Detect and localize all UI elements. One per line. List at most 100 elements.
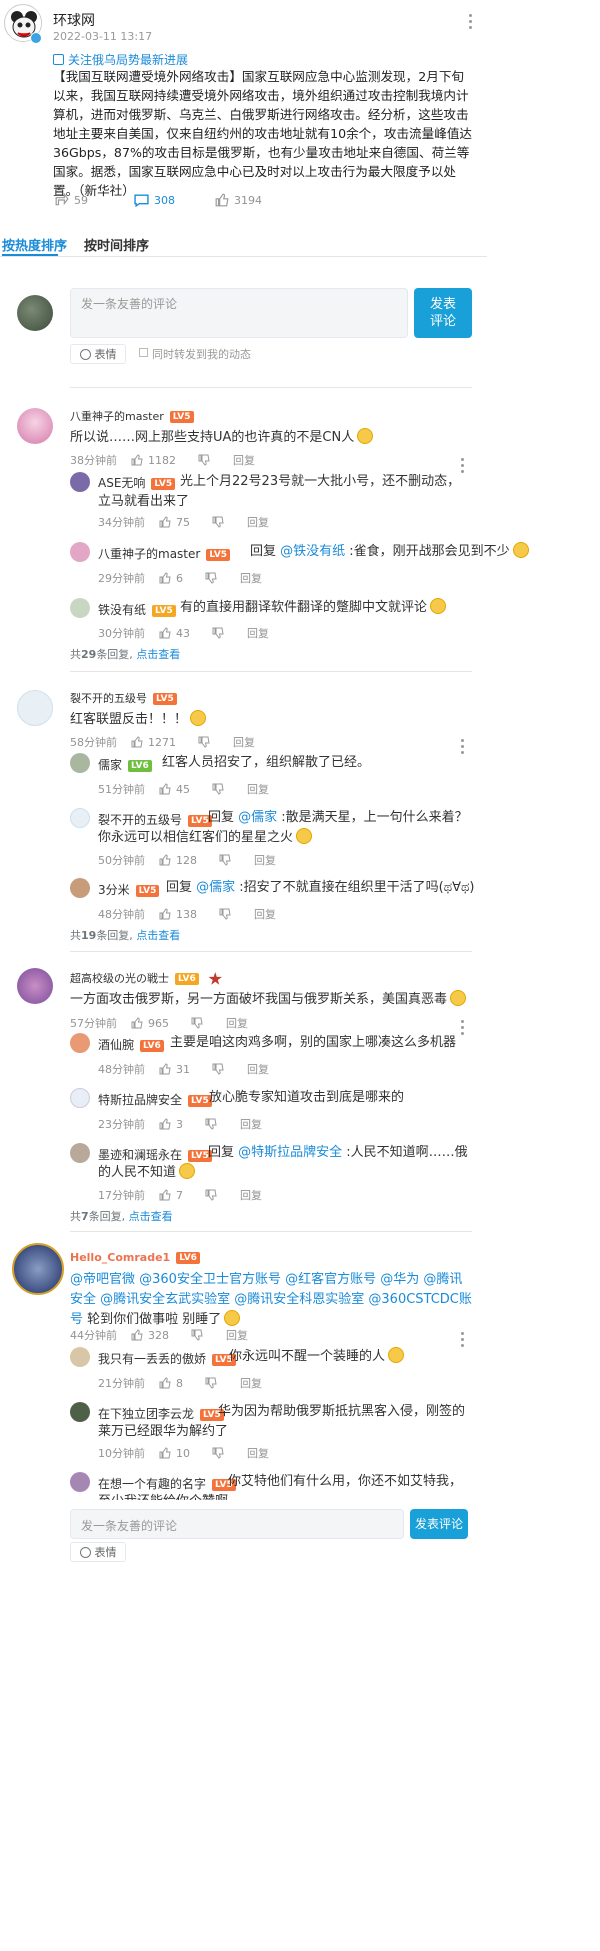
thumb-up-icon xyxy=(131,736,143,748)
comment-more-icon[interactable] xyxy=(461,1020,465,1038)
dislike-button[interactable] xyxy=(191,1017,208,1029)
emoji-icon xyxy=(430,598,447,614)
like-button[interactable]: 75 xyxy=(159,516,190,529)
reply-user[interactable]: 酒仙腕 LV6 xyxy=(98,1036,164,1053)
emoji-icon xyxy=(512,542,529,558)
comment-button[interactable]: 308 xyxy=(134,194,175,207)
reply-avatar[interactable] xyxy=(70,542,90,562)
view-more-link[interactable]: 点击查看 xyxy=(136,648,180,661)
like-button[interactable]: 965 xyxy=(131,1017,169,1030)
reply-button[interactable]: 回复 xyxy=(226,1327,248,1343)
reply-avatar[interactable] xyxy=(70,878,90,898)
tab-hot[interactable]: 按热度排序 xyxy=(2,235,67,254)
reply-avatar[interactable] xyxy=(70,598,90,618)
reply-avatar[interactable] xyxy=(70,1472,90,1492)
reply-button[interactable]: 回复 xyxy=(240,1116,262,1132)
dislike-button[interactable] xyxy=(205,1118,222,1130)
reply-avatar[interactable] xyxy=(70,1088,90,1108)
like-button[interactable]: 128 xyxy=(159,854,197,867)
reply-avatar[interactable] xyxy=(70,1033,90,1053)
comment-avatar[interactable] xyxy=(17,690,53,726)
reply-user[interactable]: 我只有一丢丢的傲娇 LV5 xyxy=(98,1350,236,1367)
reply-button[interactable]: 回复 xyxy=(247,625,269,641)
dislike-button[interactable] xyxy=(212,627,229,639)
emoji-button[interactable]: 表情 xyxy=(70,344,126,364)
comment-more-icon[interactable] xyxy=(461,739,465,757)
reply-user[interactable]: 3分米 LV5 xyxy=(98,881,160,898)
like-button[interactable]: 10 xyxy=(159,1447,190,1460)
reply-user[interactable]: 儒家 LV6 xyxy=(98,756,152,773)
submit-comment-button[interactable]: 发表 评论 xyxy=(414,288,472,338)
bottom-emoji-button[interactable]: 表情 xyxy=(70,1542,126,1562)
dislike-button[interactable] xyxy=(212,516,229,528)
like-button[interactable]: 45 xyxy=(159,783,190,796)
like-button[interactable]: 328 xyxy=(131,1329,169,1342)
like-button[interactable]: 3 xyxy=(159,1118,183,1131)
comment-avatar[interactable] xyxy=(17,968,53,1004)
forward-button[interactable]: 59 xyxy=(55,193,88,207)
comment-user[interactable]: Hello_Comrade1 LV6 xyxy=(70,1251,200,1264)
comment-avatar[interactable] xyxy=(17,408,53,444)
comment-text: @帝吧官微 @360安全卫士官方账号 @红客官方账号 @华为 @腾讯安全 @腾讯… xyxy=(70,1272,472,1327)
composer-divider xyxy=(70,387,472,388)
reply-button[interactable]: 回复 xyxy=(240,1187,262,1203)
like-button[interactable]: 1271 xyxy=(131,736,176,749)
dislike-button[interactable] xyxy=(219,854,236,866)
post-author[interactable]: 环球网 xyxy=(53,10,95,30)
dislike-button[interactable] xyxy=(198,736,215,748)
reply-button[interactable]: 回复 xyxy=(247,1445,269,1461)
dislike-button[interactable] xyxy=(212,1063,229,1075)
reply-user[interactable]: 特斯拉品牌安全 LV5 xyxy=(98,1091,212,1108)
dislike-button[interactable] xyxy=(205,572,222,584)
dislike-button[interactable] xyxy=(205,1377,222,1389)
comment-textarea[interactable]: 发一条友善的评论 xyxy=(70,288,408,338)
reply-avatar[interactable] xyxy=(70,1347,90,1367)
reply-button[interactable]: 回复 xyxy=(247,781,269,797)
like-button[interactable]: 6 xyxy=(159,572,183,585)
like-button[interactable]: 1182 xyxy=(131,454,176,467)
like-button[interactable]: 8 xyxy=(159,1377,183,1390)
post-time: 2022-03-11 13:17 xyxy=(53,30,153,43)
dislike-button[interactable] xyxy=(191,1329,208,1341)
post-more-icon[interactable] xyxy=(469,14,473,32)
reply-button[interactable]: 回复 xyxy=(247,1061,269,1077)
reply-avatar[interactable] xyxy=(70,808,90,828)
view-more-link[interactable]: 点击查看 xyxy=(136,929,180,942)
comment-user[interactable]: 八重神子的master LV5 xyxy=(70,408,194,424)
view-more-link[interactable]: 点击查看 xyxy=(129,1210,173,1223)
topic-icon xyxy=(53,54,64,65)
follow-topic[interactable]: 关注俄乌局势最新进展 xyxy=(53,51,188,68)
reply-button[interactable]: 回复 xyxy=(254,852,276,868)
reply-button[interactable]: 回复 xyxy=(240,1375,262,1391)
like-button[interactable]: 31 xyxy=(159,1063,190,1076)
comment-user[interactable]: 超高校级の光の戦士 LV6 xyxy=(70,970,222,986)
dislike-button[interactable] xyxy=(212,783,229,795)
reply-user[interactable]: 八重神子的master LV5 xyxy=(98,545,231,562)
like-button[interactable]: 43 xyxy=(159,627,190,640)
comment-more-icon[interactable] xyxy=(461,1332,465,1350)
bottom-submit-button[interactable]: 发表评论 xyxy=(410,1509,468,1539)
comment-avatar[interactable] xyxy=(12,1243,64,1295)
reply-avatar[interactable] xyxy=(70,472,90,492)
dislike-button[interactable] xyxy=(212,1447,229,1459)
tab-time[interactable]: 按时间排序 xyxy=(84,235,149,254)
forward-checkbox[interactable] xyxy=(139,348,148,357)
like-button[interactable]: 138 xyxy=(159,908,197,921)
like-button[interactable]: 7 xyxy=(159,1189,183,1202)
reply-avatar[interactable] xyxy=(70,1143,90,1163)
reply-avatar[interactable] xyxy=(70,1402,90,1422)
comment-user[interactable]: 裂不开的五级号 LV5 xyxy=(70,690,177,706)
reply-button[interactable]: 回复 xyxy=(240,570,262,586)
reply-button[interactable]: 回复 xyxy=(233,452,255,468)
dislike-button[interactable] xyxy=(205,1189,222,1201)
reply-button[interactable]: 回复 xyxy=(226,1015,248,1031)
reply-button[interactable]: 回复 xyxy=(233,734,255,750)
reply-avatar[interactable] xyxy=(70,753,90,773)
dislike-button[interactable] xyxy=(198,454,215,466)
dislike-button[interactable] xyxy=(219,908,236,920)
like-button[interactable]: 3194 xyxy=(215,193,262,207)
bottom-comment-input[interactable]: 发一条友善的评论 xyxy=(70,1509,404,1539)
reply-user[interactable]: 铁没有纸 LV5 xyxy=(98,601,176,618)
reply-button[interactable]: 回复 xyxy=(254,906,276,922)
reply-button[interactable]: 回复 xyxy=(247,514,269,530)
